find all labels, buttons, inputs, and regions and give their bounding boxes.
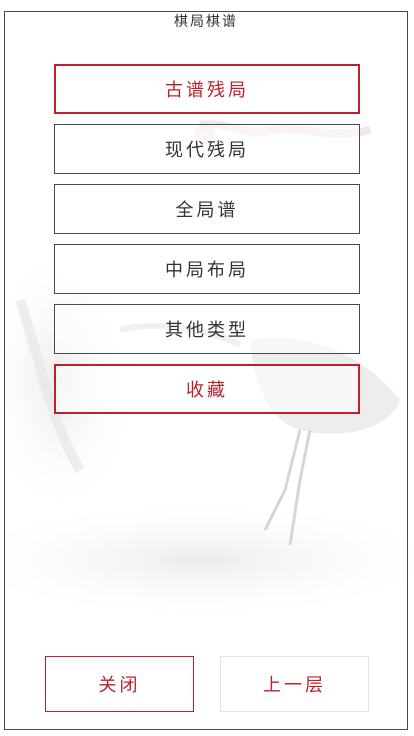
menu-item-full-game-records[interactable]: 全局谱 xyxy=(54,184,360,234)
close-button[interactable]: 关闭 xyxy=(45,656,194,712)
menu-item-favorites[interactable]: 收藏 xyxy=(54,364,360,414)
dialog-title: 棋局棋谱 xyxy=(168,12,244,32)
menu-item-other-types[interactable]: 其他类型 xyxy=(54,304,360,354)
up-level-button[interactable]: 上一层 xyxy=(220,656,369,712)
menu-item-middlegame-opening[interactable]: 中局布局 xyxy=(54,244,360,294)
menu-item-modern-endgame[interactable]: 现代残局 xyxy=(54,124,360,174)
menu-item-ancient-endgame[interactable]: 古谱残局 xyxy=(54,64,360,114)
